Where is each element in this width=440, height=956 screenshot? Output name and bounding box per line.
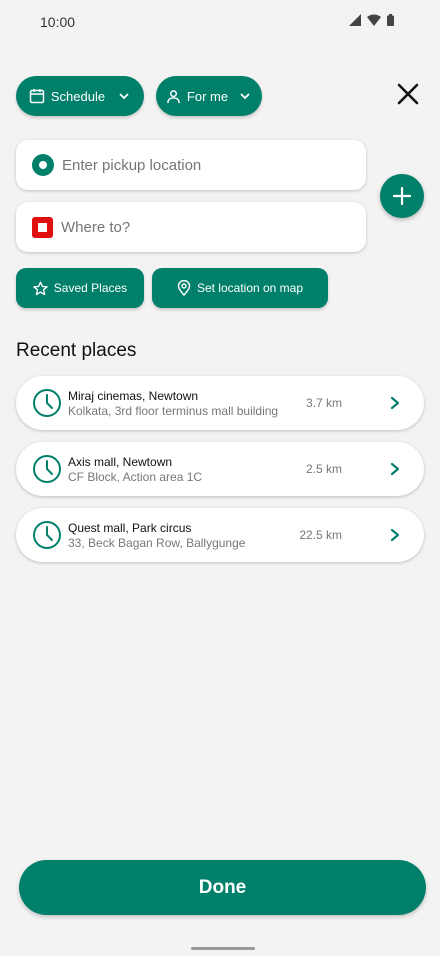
chevron-down-icon xyxy=(240,93,250,100)
chevron-right-icon xyxy=(390,462,400,476)
person-icon xyxy=(167,89,180,103)
for-me-label: For me xyxy=(186,88,229,104)
clock-icon xyxy=(33,521,61,549)
place-name: Quest mall, Park circus xyxy=(68,521,192,535)
battery-icon xyxy=(387,14,394,26)
recent-place-item[interactable]: Axis mall, Newtown CF Block, Action area… xyxy=(16,442,424,496)
place-distance: 22.5 km xyxy=(299,528,342,542)
location-pin-icon xyxy=(177,280,191,296)
destination-field[interactable] xyxy=(16,202,366,252)
destination-marker-icon xyxy=(32,216,53,238)
status-icons xyxy=(349,14,394,26)
saved-places-label: Saved Places xyxy=(53,281,128,295)
place-distance: 2.5 km xyxy=(305,462,342,476)
place-distance: 3.7 km xyxy=(305,396,342,410)
done-button[interactable]: Done xyxy=(19,860,426,915)
signal-icon xyxy=(349,14,361,26)
status-bar: 10:00 xyxy=(0,0,440,44)
destination-input[interactable] xyxy=(61,202,366,252)
star-icon xyxy=(33,280,48,295)
home-indicator[interactable] xyxy=(191,947,255,950)
saved-places-button[interactable]: Saved Places xyxy=(16,268,144,308)
set-location-on-map-button[interactable]: Set location on map xyxy=(152,268,328,308)
status-time: 10:00 xyxy=(40,14,76,30)
pickup-input[interactable] xyxy=(62,140,366,190)
place-address: Kolkata, 3rd floor terminus mall buildin… xyxy=(68,404,279,418)
pickup-field[interactable] xyxy=(16,140,366,190)
place-address: CF Block, Action area 1C xyxy=(68,470,203,484)
plus-icon xyxy=(393,187,411,205)
recent-place-item[interactable]: Quest mall, Park circus 33, Beck Bagan R… xyxy=(16,508,424,562)
chevron-right-icon xyxy=(390,528,400,542)
schedule-button[interactable]: Schedule xyxy=(16,76,144,116)
recent-place-item[interactable]: Miraj cinemas, Newtown Kolkata, 3rd floo… xyxy=(16,376,424,430)
add-stop-button[interactable] xyxy=(380,174,424,218)
chevron-down-icon xyxy=(119,93,129,100)
chevron-right-icon xyxy=(390,396,400,410)
for-me-button[interactable]: For me xyxy=(156,76,262,116)
place-address: 33, Beck Bagan Row, Ballygunge xyxy=(68,536,246,550)
wifi-icon xyxy=(367,14,381,26)
place-name: Miraj cinemas, Newtown xyxy=(68,389,199,403)
clock-icon xyxy=(33,455,61,483)
set-location-label: Set location on map xyxy=(196,281,304,295)
place-name: Axis mall, Newtown xyxy=(68,455,173,469)
pickup-marker-icon xyxy=(32,154,54,176)
clock-icon xyxy=(33,389,61,417)
recent-places-title: Recent places xyxy=(16,340,137,361)
schedule-label: Schedule xyxy=(50,88,106,104)
calendar-icon xyxy=(29,89,45,104)
close-icon[interactable] xyxy=(394,80,422,108)
